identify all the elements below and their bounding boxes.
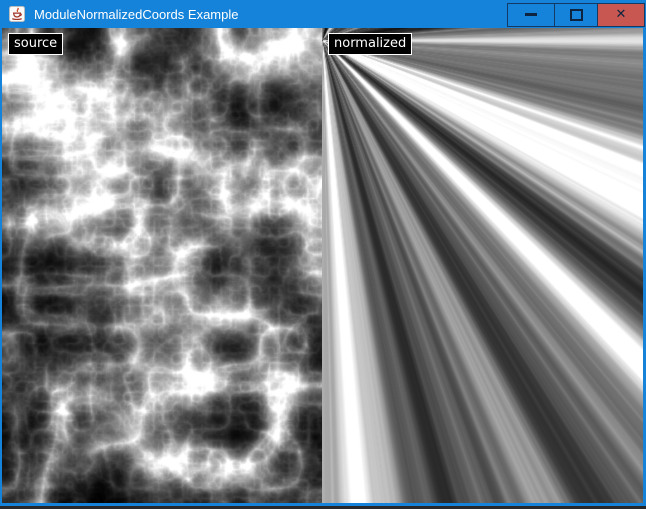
maximize-button[interactable] bbox=[554, 3, 598, 27]
source-canvas bbox=[2, 28, 322, 503]
normalized-panel: normalized bbox=[322, 28, 643, 503]
java-coffee-cup-icon bbox=[9, 6, 25, 22]
normalized-canvas bbox=[322, 28, 643, 503]
minimize-button[interactable] bbox=[507, 3, 555, 27]
minimize-icon bbox=[525, 13, 537, 16]
source-panel: source bbox=[2, 28, 322, 503]
close-button[interactable]: ✕ bbox=[597, 3, 645, 27]
titlebar[interactable]: ModuleNormalizedCoords Example ✕ bbox=[0, 0, 646, 28]
window-controls: ✕ bbox=[507, 3, 645, 27]
content-area: source normalized bbox=[2, 28, 643, 503]
app-window: ModuleNormalizedCoords Example ✕ source … bbox=[0, 0, 646, 509]
window-title: ModuleNormalizedCoords Example bbox=[34, 7, 507, 22]
source-label: source bbox=[8, 33, 63, 55]
normalized-label: normalized bbox=[328, 33, 412, 55]
close-icon: ✕ bbox=[616, 8, 627, 21]
maximize-icon bbox=[570, 9, 583, 21]
